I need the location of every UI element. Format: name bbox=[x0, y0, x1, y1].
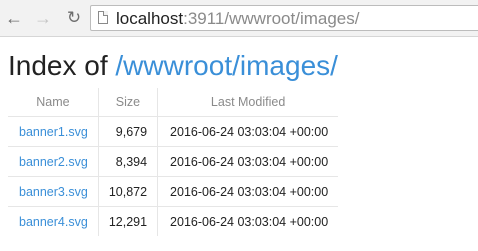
forward-arrow-icon[interactable]: → bbox=[33, 8, 53, 28]
column-header-name[interactable]: Name bbox=[8, 88, 99, 117]
file-link[interactable]: banner4.svg bbox=[19, 215, 88, 229]
url-host: localhost bbox=[116, 9, 184, 28]
url-text[interactable]: localhost:3911/wwwroot/images/ bbox=[116, 9, 359, 28]
directory-listing-table: Name Size Last Modified banner1.svg 9,67… bbox=[8, 88, 339, 236]
table-row: banner2.svg 8,394 2016-06-24 03:03:04 +0… bbox=[8, 146, 339, 177]
file-link[interactable]: banner2.svg bbox=[19, 155, 88, 169]
file-size-cell: 8,394 bbox=[98, 146, 159, 177]
file-name-cell: banner1.svg bbox=[8, 116, 99, 147]
table-row: banner4.svg 12,291 2016-06-24 03:03:04 +… bbox=[8, 206, 339, 236]
file-link[interactable]: banner1.svg bbox=[19, 125, 88, 139]
file-size-cell: 12,291 bbox=[98, 206, 159, 236]
file-name-cell: banner4.svg bbox=[8, 206, 99, 236]
column-header-size[interactable]: Size bbox=[98, 88, 159, 117]
file-size-cell: 9,679 bbox=[98, 116, 159, 147]
browser-toolbar: ← → ↻ localhost:3911/wwwroot/images/ bbox=[0, 0, 478, 37]
file-size-cell: 10,872 bbox=[98, 176, 159, 207]
page-icon bbox=[98, 11, 108, 24]
file-link[interactable]: banner3.svg bbox=[19, 185, 88, 199]
file-name-cell: banner3.svg bbox=[8, 176, 99, 207]
url-path: :3911/wwwroot/images/ bbox=[183, 9, 360, 28]
back-arrow-icon[interactable]: ← bbox=[4, 8, 24, 28]
last-modified-cell: 2016-06-24 03:03:04 +00:00 bbox=[157, 146, 339, 177]
table-header-row: Name Size Last Modified bbox=[8, 88, 338, 117]
page-title-prefix: Index of bbox=[8, 50, 116, 81]
table-row: banner1.svg 9,679 2016-06-24 03:03:04 +0… bbox=[8, 116, 339, 147]
last-modified-cell: 2016-06-24 03:03:04 +00:00 bbox=[157, 116, 339, 147]
last-modified-cell: 2016-06-24 03:03:04 +00:00 bbox=[157, 176, 339, 207]
column-header-last-modified[interactable]: Last Modified bbox=[158, 88, 339, 117]
file-name-cell: banner2.svg bbox=[8, 146, 99, 177]
reload-icon[interactable]: ↻ bbox=[64, 8, 84, 28]
table-row: banner3.svg 10,872 2016-06-24 03:03:04 +… bbox=[8, 176, 339, 207]
address-bar[interactable]: localhost:3911/wwwroot/images/ bbox=[90, 5, 478, 31]
page-title: Index of /wwwroot/images/ bbox=[8, 50, 338, 82]
page-title-path: /wwwroot/images/ bbox=[115, 50, 338, 81]
last-modified-cell: 2016-06-24 03:03:04 +00:00 bbox=[157, 206, 339, 236]
